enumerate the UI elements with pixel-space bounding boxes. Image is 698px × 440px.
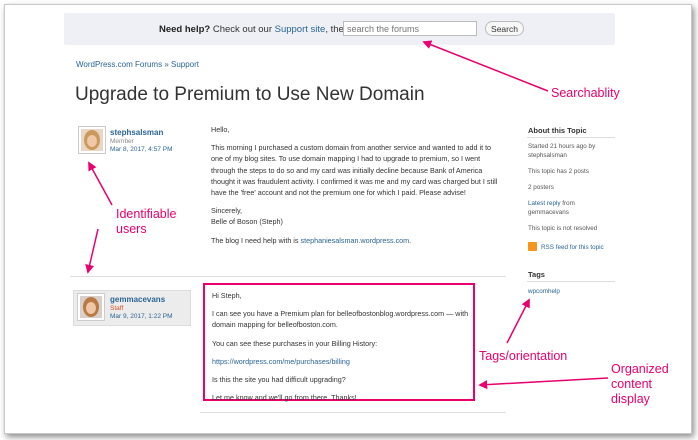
post-paragraph: Hello, [211,125,230,134]
reply-body: Hi Steph, I can see you have a Premium p… [212,290,470,410]
blog-link[interactable]: stephaniesalsman.wordpress.com [301,236,410,245]
post-divider [70,276,506,277]
user-photo-icon [81,129,103,151]
post-body: Hello, This morning I purchased a custom… [211,124,501,253]
topic-posts: This topic has 2 posts [528,168,589,175]
user-photo-icon [80,296,102,318]
topic-posters: 2 posters [528,184,554,191]
help-prefix: Need help? [159,24,211,35]
sidebar-divider [527,137,615,138]
author-role: Staff [110,305,124,312]
support-site-link[interactable]: Support site [275,24,326,35]
author-role: Member [110,138,134,145]
reply-paragraph: Is this the site you had difficult upgra… [212,375,346,385]
post-paragraph: This morning I purchased a custom domain… [211,143,498,198]
help-middle: Check out our [210,24,275,35]
billing-link[interactable]: https://wordpress.com/me/purchases/billi… [212,357,350,366]
post-date[interactable]: Mar 9, 2017, 1:22 PM [110,313,173,320]
topic-started: Started 21 hours ago by stephsalsman [528,143,596,159]
tags-title: Tags [528,270,545,279]
reply-paragraph: You can see these purchases in your Bill… [212,338,378,348]
reply-paragraph: I can see you have a Premium plan for be… [212,309,469,330]
tag-link-text[interactable]: wpcomhelp [528,288,560,295]
reply-paragraph: Let me know and we'll go from there. Tha… [212,393,357,403]
help-bar: Need help? Check out our Support site, t… [64,13,615,45]
reply-greeting: Hi Steph, [212,291,242,300]
annotation-users: Identifiable users [116,207,177,236]
reply-paragraph: https://wordpress.com/me/purchases/billi… [212,356,470,367]
post-paragraph: The blog I need help with is stephaniesa… [211,235,501,246]
post-signature: Sincerely, Belle of Boson (Steph) [211,206,283,227]
page-title: Upgrade to Premium to Use New Domain [75,84,425,105]
topic-status: This topic is not resolved [528,225,598,232]
avatar[interactable] [77,293,105,321]
tag-link[interactable]: wpcomhelp [528,288,560,297]
blog-suffix: . [409,235,412,245]
rss-link[interactable]: RSS feed for this topic [541,244,621,253]
annotation-tags: Tags/orientation [479,349,568,363]
avatar[interactable] [78,126,106,154]
latest-reply-link[interactable]: Latest reply [528,200,561,207]
search-input[interactable] [343,21,477,36]
rss-icon[interactable] [528,242,537,251]
search-button[interactable]: Search [485,21,524,36]
about-topic-title: About this Topic [528,126,587,135]
annotation-content: Organized content display [611,362,669,406]
help-text: Need help? Check out our Support site, t… [159,24,349,35]
latest-reply: Latest reply from gemmacevans [528,200,614,217]
sidebar-divider [527,281,615,282]
annotation-searchability: Searchablity [551,86,620,100]
blog-prefix: The blog I need help with is [211,235,301,245]
post-date[interactable]: Mar 8, 2017, 4:57 PM [110,146,173,153]
rss-link-text[interactable]: RSS feed for this topic [541,244,604,251]
post-divider [200,412,506,413]
author-name[interactable]: gemmacevans [110,295,165,304]
breadcrumb[interactable]: WordPress.com Forums » Support [76,60,199,69]
author-name[interactable]: stephsalsman [110,128,163,137]
